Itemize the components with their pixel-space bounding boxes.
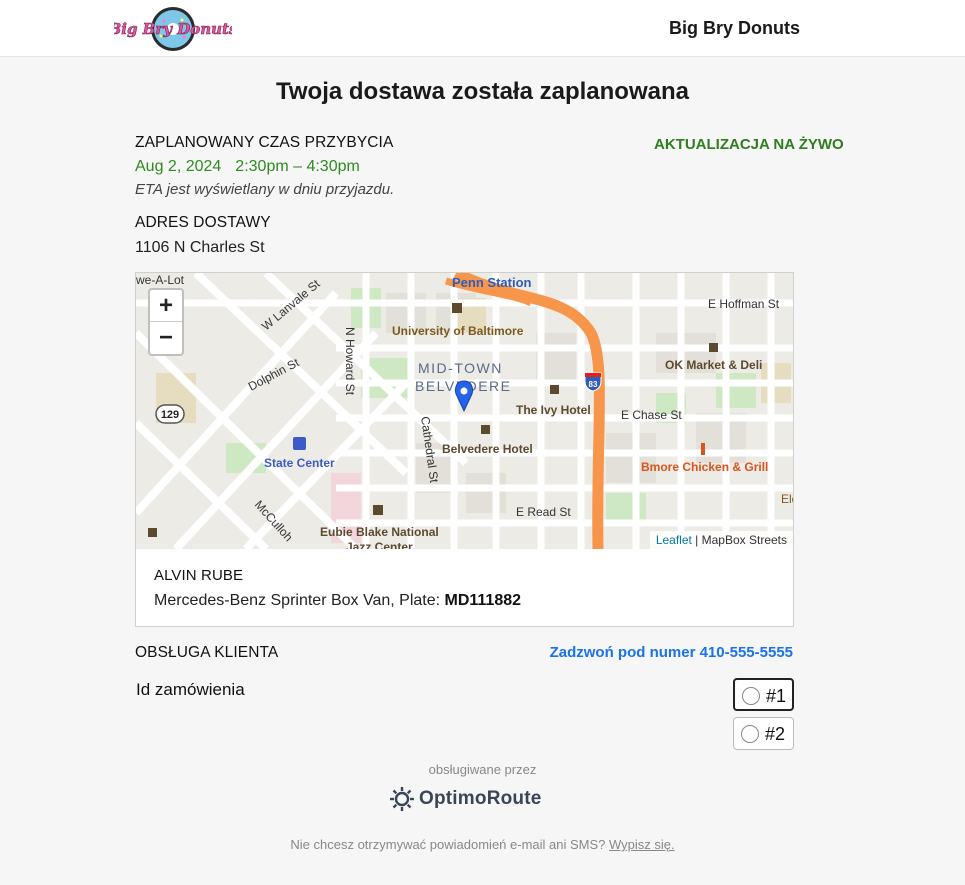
- svg-text:we-A-Lot: we-A-Lot: [136, 273, 185, 287]
- svg-text:129: 129: [161, 409, 179, 421]
- svg-text:Bmore Chicken & Grill: Bmore Chicken & Grill: [641, 460, 768, 474]
- page-title: Twoja dostawa została zaplanowana: [276, 78, 689, 105]
- delivery-map[interactable]: 129 83 we-A-Lot Penn Station University …: [136, 273, 793, 549]
- order-option-1[interactable]: #1: [733, 678, 794, 711]
- optimoroute-logo[interactable]: OptimoRoute: [389, 784, 542, 814]
- eta-window: Aug 2, 2024 2:30pm – 4:30pm: [135, 158, 360, 176]
- optimoroute-name: OptimoRoute: [419, 788, 542, 809]
- vehicle-plate: MD111882: [444, 592, 522, 609]
- address-label: ADRES DOSTAWY: [135, 214, 271, 231]
- order-option-label: #2: [765, 724, 786, 744]
- order-option-label: #1: [766, 686, 787, 706]
- svg-text:E Hoffman St: E Hoffman St: [708, 297, 780, 311]
- radio-icon: [741, 725, 759, 743]
- svg-text:N Howard St: N Howard St: [343, 327, 357, 396]
- brand-name: Big Bry Donuts: [669, 18, 801, 38]
- map-attribution: Leaflet | MapBox Streets: [649, 531, 793, 549]
- eta-date: Aug 2, 2024: [135, 158, 222, 175]
- svg-text:Big Bry Donuts: Big Bry Donuts: [114, 20, 232, 38]
- unsubscribe-notice: Nie chcesz otrzymywać powiadomień e-mail…: [0, 837, 965, 852]
- zoom-out-button[interactable]: −: [150, 322, 182, 354]
- eta-label: ZAPLANOWANY CZAS PRZYBYCIA: [135, 134, 394, 151]
- svg-text:Jazz Center: Jazz Center: [346, 540, 413, 549]
- leaflet-link[interactable]: Leaflet: [656, 533, 692, 547]
- vehicle-info: Mercedes-Benz Sprinter Box Van, Plate: M…: [154, 592, 521, 610]
- map-zoom-control: + −: [148, 288, 184, 356]
- svg-text:Eubie Blake National: Eubie Blake National: [320, 525, 439, 539]
- eta-time: 2:30pm – 4:30pm: [235, 158, 360, 175]
- svg-text:Penn Station: Penn Station: [452, 275, 532, 290]
- svg-text:State Center: State Center: [264, 456, 335, 470]
- optimoroute-gear-icon: [390, 787, 414, 811]
- live-update-link[interactable]: AKTUALIZACJA NA ŻYWO: [654, 136, 844, 153]
- svg-text:Elder: Elder: [781, 492, 793, 506]
- svg-text:MID-TOWN: MID-TOWN: [418, 360, 503, 376]
- zoom-in-button[interactable]: +: [150, 290, 182, 322]
- svg-text:University of Baltimore: University of Baltimore: [392, 324, 524, 338]
- map-canvas: 129 83 we-A-Lot Penn Station University …: [136, 273, 793, 549]
- unsubscribe-link[interactable]: Wypisz się.: [609, 837, 675, 852]
- vehicle-description: Mercedes-Benz Sprinter Box Van, Plate:: [154, 592, 445, 609]
- call-support-link[interactable]: Zadzwoń pod numer 410-555-5555: [550, 644, 793, 661]
- svg-text:E Chase St: E Chase St: [621, 408, 682, 422]
- svg-text:OK Market & Deli: OK Market & Deli: [665, 358, 762, 372]
- eta-note: ETA jest wyświetlany w dniu przyjazdu.: [135, 181, 395, 198]
- brand-logo[interactable]: Big Bry Donuts: [107, 6, 238, 52]
- powered-by-label: obsługiwane przez: [428, 762, 537, 777]
- svg-text:Belvedere Hotel: Belvedere Hotel: [442, 442, 533, 456]
- order-option-2[interactable]: #2: [733, 717, 794, 750]
- svg-text:83: 83: [589, 380, 598, 389]
- attribution-text: | MapBox Streets: [691, 533, 787, 547]
- order-id-label: Id zamówienia: [136, 680, 245, 699]
- unsubscribe-text: Nie chcesz otrzymywać powiadomień e-mail…: [290, 837, 609, 852]
- driver-name: ALVIN RUBE: [154, 567, 244, 584]
- customer-support-label: OBSŁUGA KLIENTA: [135, 644, 279, 661]
- header-bar: Big Bry Donuts Big Bry Donuts: [0, 0, 965, 57]
- svg-text:The Ivy Hotel: The Ivy Hotel: [516, 403, 591, 417]
- delivery-card: 129 83 we-A-Lot Penn Station University …: [135, 272, 794, 627]
- address-value: 1106 N Charles St: [135, 239, 265, 256]
- radio-icon: [742, 687, 760, 705]
- svg-text:E Read St: E Read St: [516, 505, 571, 519]
